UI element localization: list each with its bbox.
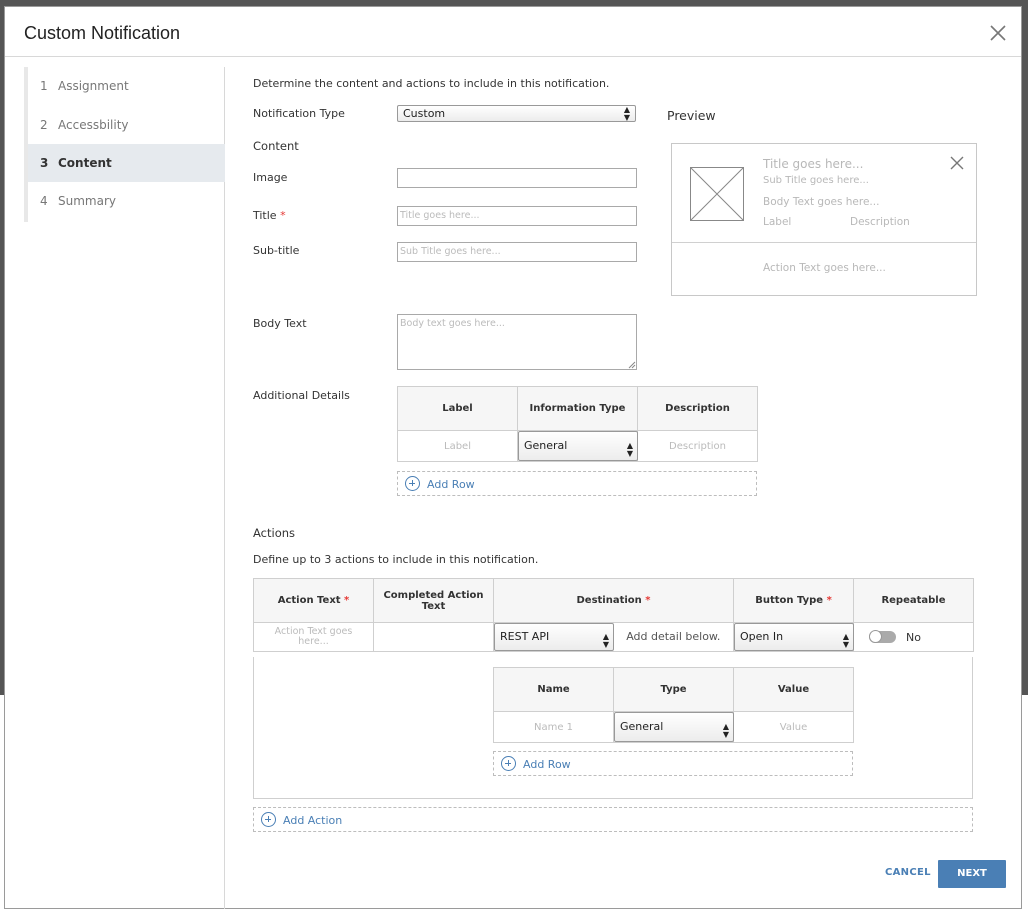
next-button[interactable]: NEXT: [938, 860, 1006, 888]
image-label: Image: [253, 171, 288, 184]
subtitle-input[interactable]: Sub Title goes here...: [397, 242, 637, 262]
preview-close-icon: [950, 156, 964, 170]
repeatable-value: No: [906, 631, 921, 644]
header-completed-action-text: Completed Action Text: [373, 578, 494, 623]
destination-detail-hint: Add detail below.: [626, 630, 721, 643]
notification-preview: Title goes here... Sub Title goes here..…: [671, 143, 977, 296]
select-arrows-icon: ▲ ▼: [722, 722, 729, 739]
details-header-info-type: Information Type: [517, 386, 638, 431]
details-header-description: Description: [637, 386, 758, 431]
add-circle-icon: [261, 812, 276, 827]
preview-heading: Preview: [667, 108, 716, 123]
details-header-label: Label: [397, 386, 518, 431]
notification-type-label: Notification Type: [253, 107, 345, 120]
custom-notification-dialog: Custom Notification 1 Assignment 2 Accessb…: [4, 6, 1022, 909]
details-add-row-button[interactable]: Add Row: [397, 471, 757, 496]
image-input[interactable]: [397, 168, 637, 188]
select-arrows-icon: ▲ ▼: [842, 632, 849, 649]
button-type-cell: Open In ▲ ▼: [733, 622, 854, 652]
step-assignment[interactable]: 1 Assignment: [28, 67, 225, 105]
title-input[interactable]: Title goes here...: [397, 206, 637, 226]
notification-type-select[interactable]: Custom ▲ ▼: [397, 105, 636, 122]
params-add-row-button[interactable]: Add Row: [493, 751, 853, 776]
actions-heading: Actions: [253, 526, 296, 540]
destination-select[interactable]: REST API ▲ ▼: [494, 623, 614, 651]
preview-label: Label: [763, 216, 792, 228]
button-type-select[interactable]: Open In ▲ ▼: [734, 623, 854, 651]
action-text-input[interactable]: Action Text goes here...: [253, 622, 374, 652]
select-arrows-icon: ▲ ▼: [602, 632, 609, 649]
content-intro: Determine the content and actions to inc…: [253, 77, 610, 90]
add-circle-icon: [405, 476, 420, 491]
repeatable-cell: No: [853, 622, 974, 652]
add-circle-icon: [501, 756, 516, 771]
action-params-table: Name Type Value Name 1 General ▲ ▼ Value: [493, 667, 854, 743]
additional-details-table: Label Information Type Description Label…: [397, 386, 758, 462]
step-accessibility[interactable]: 2 Accessbility: [28, 106, 225, 144]
cancel-button[interactable]: CANCEL: [885, 867, 931, 878]
details-description-input[interactable]: Description: [637, 430, 758, 462]
preview-divider: [672, 242, 976, 243]
preview-body: Body Text goes here...: [763, 196, 880, 208]
dialog-title: Custom Notification: [24, 23, 181, 43]
details-info-type-cell: General ▲ ▼: [517, 430, 638, 462]
param-value-input[interactable]: Value: [733, 711, 854, 743]
subtitle-label: Sub-title: [253, 244, 300, 257]
params-header-name: Name: [493, 667, 614, 712]
wizard-steps: 1 Assignment 2 Accessbility 3 Content 4 Summ…: [24, 67, 225, 909]
header-destination: Destination *: [493, 578, 734, 623]
details-label-input[interactable]: Label: [397, 430, 518, 462]
body-text-area[interactable]: Body text goes here...: [397, 314, 637, 370]
param-type-cell: General ▲ ▼: [613, 711, 734, 743]
header-repeatable: Repeatable: [853, 578, 974, 623]
repeatable-toggle[interactable]: [869, 630, 896, 643]
title-label: Title *: [253, 209, 286, 222]
header-button-type: Button Type *: [733, 578, 854, 623]
content-section-title: Content: [253, 139, 299, 153]
additional-details-label: Additional Details: [253, 389, 350, 402]
resize-handle-icon[interactable]: [628, 361, 636, 369]
preview-title: Title goes here...: [763, 157, 864, 171]
select-arrows-icon: ▲ ▼: [626, 441, 633, 458]
preview-subtitle: Sub Title goes here...: [763, 175, 869, 186]
destination-cell: REST API ▲ ▼ Add detail below.: [493, 622, 734, 652]
step-summary[interactable]: 4 Summary: [28, 182, 225, 220]
details-info-type-select[interactable]: General ▲ ▼: [518, 431, 638, 461]
dialog-header: Custom Notification: [5, 7, 1021, 57]
add-action-button[interactable]: Add Action: [253, 807, 973, 832]
params-header-type: Type: [613, 667, 734, 712]
param-name-input[interactable]: Name 1: [493, 711, 614, 743]
preview-action-text: Action Text goes here...: [763, 262, 886, 274]
preview-description: Description: [850, 216, 910, 228]
header-action-text: Action Text *: [253, 578, 374, 623]
step-content[interactable]: 3 Content: [28, 144, 225, 182]
toggle-knob: [869, 630, 882, 643]
required-mark: *: [280, 209, 286, 222]
completed-action-text-input[interactable]: [373, 622, 494, 652]
image-placeholder-icon: [690, 167, 744, 221]
body-text-label: Body Text: [253, 317, 307, 330]
param-type-select[interactable]: General ▲ ▼: [614, 712, 734, 742]
actions-table: Action Text * Completed Action Text Dest…: [253, 578, 974, 652]
actions-intro: Define up to 3 actions to include in thi…: [253, 553, 539, 566]
params-header-value: Value: [733, 667, 854, 712]
select-arrows-icon: ▲ ▼: [623, 105, 630, 122]
close-icon[interactable]: [989, 24, 1007, 42]
